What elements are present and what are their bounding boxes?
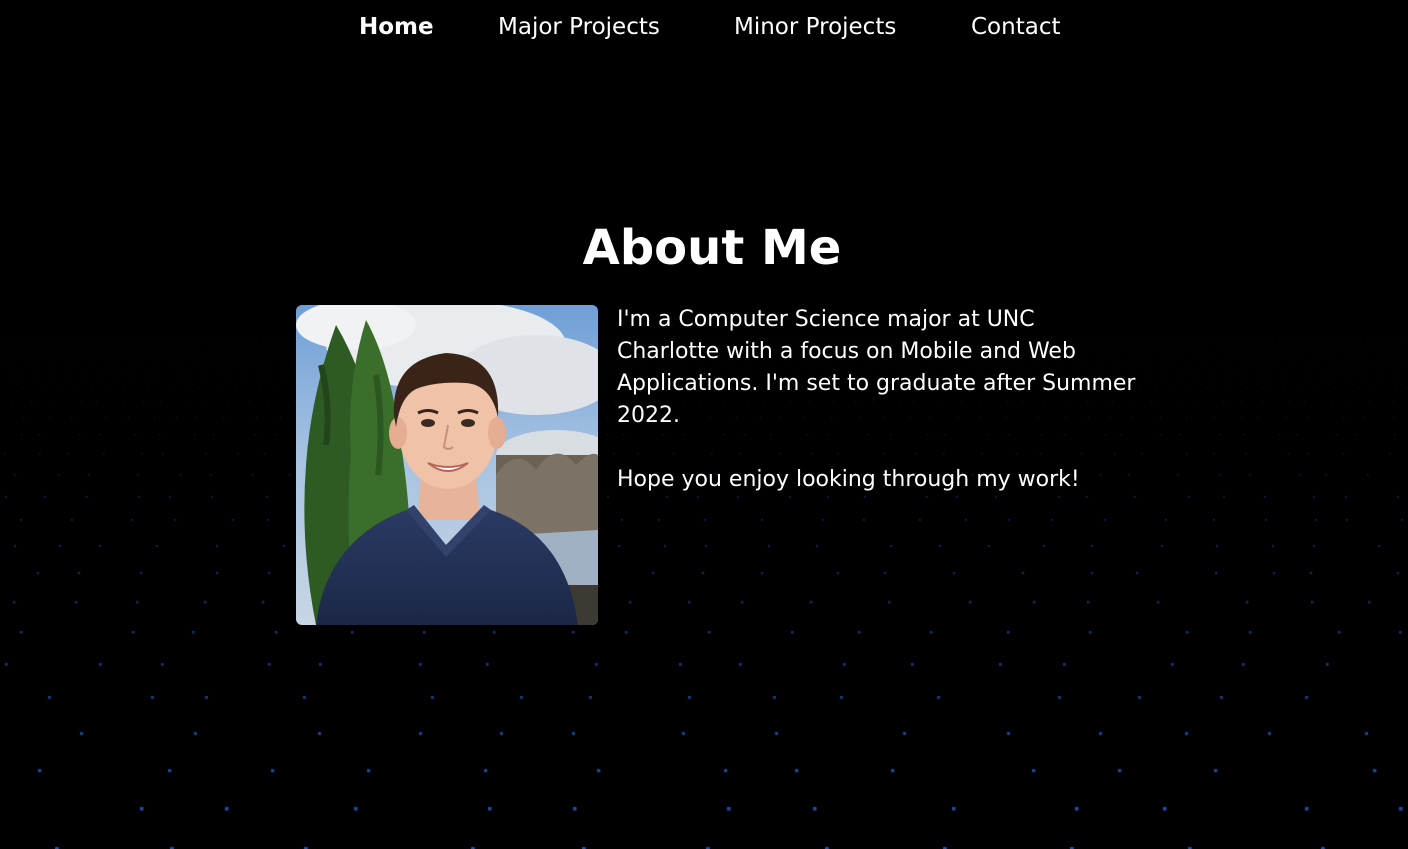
profile-photo <box>296 305 598 625</box>
bio-paragraph: I'm a Computer Science major at UNC Char… <box>617 307 1136 428</box>
about-me-bio: I'm a Computer Science major at UNC Char… <box>617 304 1142 496</box>
bio-paragraph: Hope you enjoy looking through my work! <box>617 467 1080 492</box>
nav-contact-link[interactable]: Contact <box>971 12 1060 42</box>
about-me-heading: About Me <box>582 220 842 276</box>
page: Home Major Projects Minor Projects Conta… <box>0 0 1408 849</box>
top-navigation: Home Major Projects Minor Projects Conta… <box>0 0 1408 56</box>
nav-major-projects-link[interactable]: Major Projects <box>498 12 660 42</box>
nav-minor-projects-link[interactable]: Minor Projects <box>734 12 896 42</box>
nav-home-link[interactable]: Home <box>359 12 434 42</box>
